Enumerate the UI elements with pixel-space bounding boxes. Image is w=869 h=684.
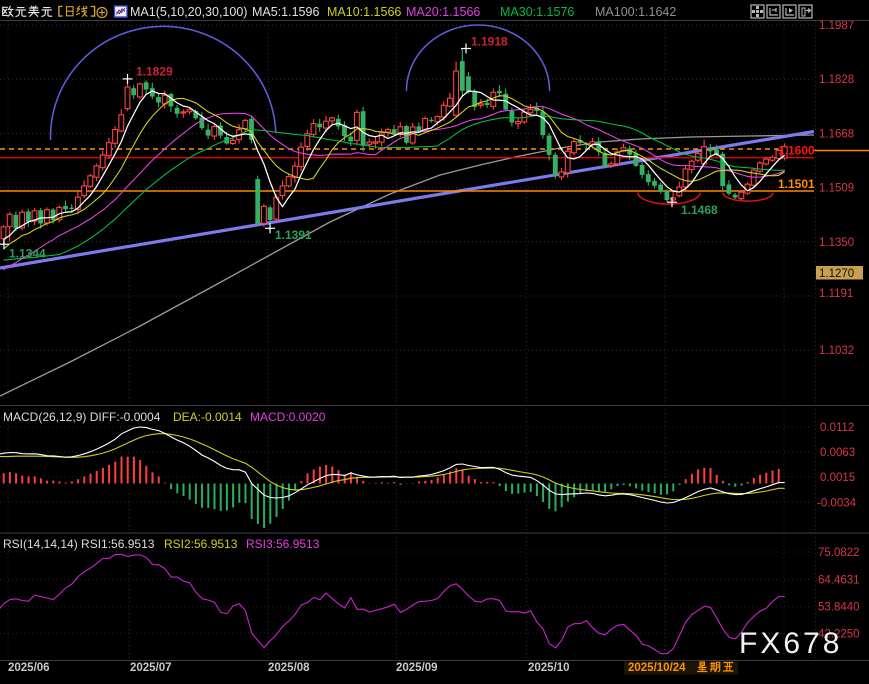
svg-text:MA100:1.1642: MA100:1.1642 — [595, 5, 676, 19]
svg-text:53.8440: 53.8440 — [818, 602, 860, 614]
svg-text:1.1987: 1.1987 — [819, 20, 854, 32]
svg-text:RSI3:56.9513: RSI3:56.9513 — [246, 537, 320, 551]
svg-text:RSI(14,14,14) RSI1:56.9513: RSI(14,14,14) RSI1:56.9513 — [3, 537, 155, 551]
svg-text:2025/06: 2025/06 — [8, 662, 50, 674]
svg-text:64.4631: 64.4631 — [818, 574, 860, 586]
svg-text:0.0063: 0.0063 — [820, 447, 855, 459]
svg-text:MA30:1.1576: MA30:1.1576 — [500, 5, 574, 19]
svg-text:2025/10: 2025/10 — [528, 662, 570, 674]
svg-text:MA1(5,10,20,30,100): MA1(5,10,20,30,100) — [130, 5, 247, 19]
svg-text:MA10:1.1566: MA10:1.1566 — [327, 5, 401, 19]
svg-text:MA5:1.1596: MA5:1.1596 — [252, 5, 319, 19]
svg-text:1.1501: 1.1501 — [778, 177, 815, 191]
svg-text:1.1918: 1.1918 — [471, 35, 508, 49]
svg-text:1.1032: 1.1032 — [819, 345, 854, 357]
svg-text:FX678: FX678 — [739, 627, 842, 660]
svg-text:MA20:1.1566: MA20:1.1566 — [406, 5, 480, 19]
svg-text:1.1391: 1.1391 — [275, 228, 312, 242]
svg-text:75.0822: 75.0822 — [818, 547, 860, 559]
svg-text:MACD(26,12,9) DIFF:-0.0004: MACD(26,12,9) DIFF:-0.0004 — [3, 410, 161, 424]
svg-text:2025/08: 2025/08 — [268, 662, 310, 674]
svg-text:0.0112: 0.0112 — [820, 422, 854, 434]
svg-text:1.1600: 1.1600 — [778, 144, 815, 158]
svg-text:0.0015: 0.0015 — [820, 472, 855, 484]
svg-text:RSI2:56.9513: RSI2:56.9513 — [164, 537, 238, 551]
svg-text:2025/09: 2025/09 — [396, 662, 438, 674]
svg-text:2025/10/24: 2025/10/24 — [628, 662, 686, 674]
svg-text:1.1668: 1.1668 — [819, 128, 854, 140]
svg-text:2025/07: 2025/07 — [130, 662, 172, 674]
svg-text:1.1828: 1.1828 — [819, 74, 854, 86]
svg-text:DEA:-0.0014: DEA:-0.0014 — [173, 410, 242, 424]
svg-text:1.1468: 1.1468 — [681, 203, 718, 217]
svg-text:1.1350: 1.1350 — [819, 237, 854, 249]
svg-text:1.1344: 1.1344 — [9, 247, 46, 261]
svg-text:1.1829: 1.1829 — [136, 65, 173, 79]
svg-text:MACD:0.0020: MACD:0.0020 — [250, 410, 326, 424]
svg-text:1.1509: 1.1509 — [819, 183, 854, 195]
svg-text:1.1270: 1.1270 — [819, 268, 854, 280]
svg-text:-0.0034: -0.0034 — [817, 497, 857, 509]
svg-text:1.1191: 1.1191 — [819, 288, 853, 300]
